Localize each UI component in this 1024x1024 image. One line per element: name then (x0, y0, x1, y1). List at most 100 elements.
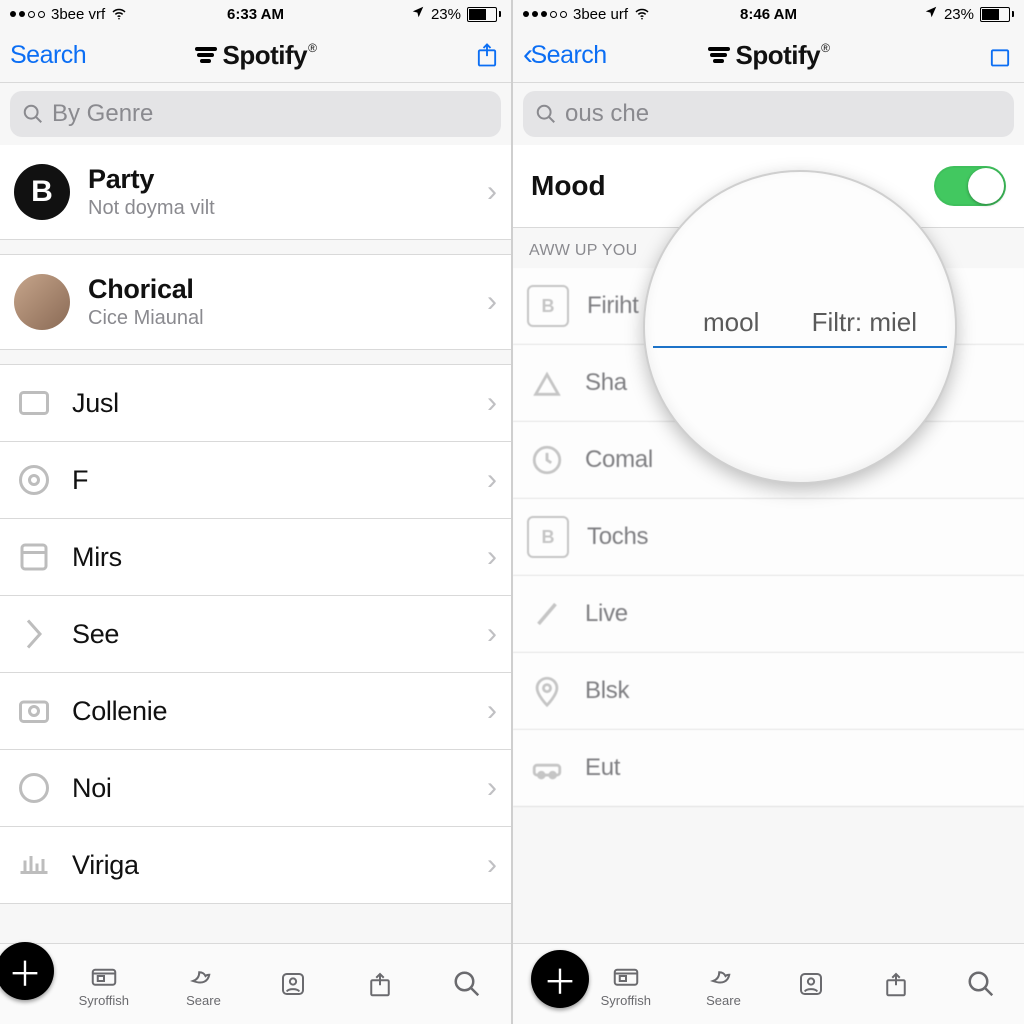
category-icon (14, 614, 54, 654)
tab-seare[interactable]: Seare (186, 961, 221, 1008)
tab-share[interactable] (365, 969, 395, 999)
section-gap (0, 350, 511, 365)
tab-share[interactable] (881, 969, 911, 999)
category-icon (527, 363, 567, 403)
chevron-right-icon: › (487, 463, 497, 497)
list-item[interactable]: Blsk (513, 653, 1024, 730)
back-button[interactable]: Search (10, 41, 86, 70)
item-title: Blsk (585, 677, 1010, 705)
radio-icon (89, 961, 119, 991)
tab-label: Syroffish (601, 993, 651, 1008)
item-title: F (72, 465, 487, 496)
lens-text-left: mool (703, 307, 759, 338)
category-icon (527, 748, 567, 788)
battery-icon (980, 7, 1014, 22)
signal-dots-icon (523, 11, 567, 18)
item-subtitle: Not doyma vilt (88, 197, 487, 220)
list-item[interactable]: Mirs › (0, 519, 511, 596)
search-input[interactable]: By Genre (10, 91, 501, 137)
category-icon (14, 768, 54, 808)
tab-bar: ＋ Syroffish Seare (0, 943, 511, 1024)
item-title: Mirs (72, 542, 487, 573)
lens-text-right: Filtr: miel (812, 307, 917, 338)
category-icon (14, 845, 54, 885)
item-title: Party (88, 164, 487, 195)
tab-profile[interactable] (278, 969, 308, 999)
category-icon (14, 691, 54, 731)
list-item[interactable]: B Party Not doyma vilt › (0, 145, 511, 240)
tab-label: Syroffish (79, 993, 129, 1008)
share-button[interactable] (986, 41, 1014, 69)
tab-search[interactable] (966, 969, 996, 999)
back-button[interactable]: ‹ Search (523, 41, 607, 70)
add-button[interactable]: ＋ (531, 950, 589, 1008)
list-item[interactable]: F › (0, 442, 511, 519)
chevron-right-icon: › (487, 175, 497, 209)
item-title: Jusl (72, 388, 487, 419)
spotify-icon (195, 47, 217, 63)
spotify-icon (708, 47, 730, 63)
tab-label: Seare (706, 993, 741, 1008)
tab-syroffish[interactable]: Syroffish (79, 961, 129, 1008)
playlist-icon: B (14, 164, 70, 220)
status-bar: 3bee vrf 6:33 AM 23% (0, 0, 511, 28)
magnifier-lens: mool Filtr: miel (643, 170, 957, 484)
list-item[interactable]: Collenie › (0, 673, 511, 750)
list-item[interactable]: Jusl › (0, 365, 511, 442)
list-item[interactable]: Chorical Cice Miaunal › (0, 255, 511, 350)
tab-profile[interactable] (796, 969, 826, 999)
item-title: Tochs (587, 523, 1010, 551)
right-screenshot: 3bee urf 8:46 AM 23% ‹ Search (512, 0, 1024, 1024)
bird-icon (188, 961, 218, 991)
tab-label: Seare (186, 993, 221, 1008)
wifi-icon (111, 6, 127, 22)
section-gap (0, 240, 511, 255)
back-label: Search (10, 41, 86, 70)
category-icon (14, 383, 54, 423)
chevron-right-icon: › (487, 771, 497, 805)
category-icon: B (527, 285, 569, 327)
category-icon (527, 671, 567, 711)
list-item[interactable]: B Tochs (513, 499, 1024, 576)
carrier-label: 3bee urf (573, 6, 628, 23)
item-title: Noi (72, 773, 487, 804)
category-icon (14, 460, 54, 500)
item-title: See (72, 619, 487, 650)
nav-bar: ‹ Search Spotify® (513, 28, 1024, 83)
category-icon (527, 594, 567, 634)
chevron-right-icon: › (487, 848, 497, 882)
location-icon (411, 5, 425, 23)
tab-search[interactable] (452, 969, 482, 999)
chevron-right-icon: › (487, 386, 497, 420)
share-button[interactable] (473, 41, 501, 69)
wifi-icon (634, 6, 650, 22)
add-button[interactable]: ＋ (0, 942, 54, 1000)
genre-list[interactable]: B Party Not doyma vilt › Chorical Cice M… (0, 145, 511, 943)
chevron-right-icon: › (487, 694, 497, 728)
search-placeholder: By Genre (52, 100, 153, 128)
tab-syroffish[interactable]: Syroffish (601, 961, 651, 1008)
list-item[interactable]: Viriga › (0, 827, 511, 904)
list-item[interactable]: See › (0, 596, 511, 673)
search-icon (535, 103, 557, 125)
chevron-right-icon: › (487, 540, 497, 574)
share-icon (881, 969, 911, 999)
tab-bar: ＋ Syroffish Seare (513, 943, 1024, 1024)
status-bar: 3bee urf 8:46 AM 23% (513, 0, 1024, 28)
search-icon (452, 969, 482, 999)
search-placeholder: ous che (565, 100, 649, 128)
back-label: Search (531, 41, 607, 70)
tab-seare[interactable]: Seare (706, 961, 741, 1008)
list-item[interactable]: Noi › (0, 750, 511, 827)
profile-icon (278, 969, 308, 999)
chevron-right-icon: › (487, 285, 497, 319)
search-icon (966, 969, 996, 999)
battery-percent: 23% (944, 6, 974, 23)
list-item[interactable]: Eut (513, 730, 1024, 807)
list-item[interactable]: Live (513, 576, 1024, 653)
item-subtitle: Cice Miaunal (88, 307, 487, 330)
avatar (14, 274, 70, 330)
share-icon (365, 969, 395, 999)
carrier-label: 3bee vrf (51, 6, 105, 23)
search-input[interactable]: ous che (523, 91, 1014, 137)
